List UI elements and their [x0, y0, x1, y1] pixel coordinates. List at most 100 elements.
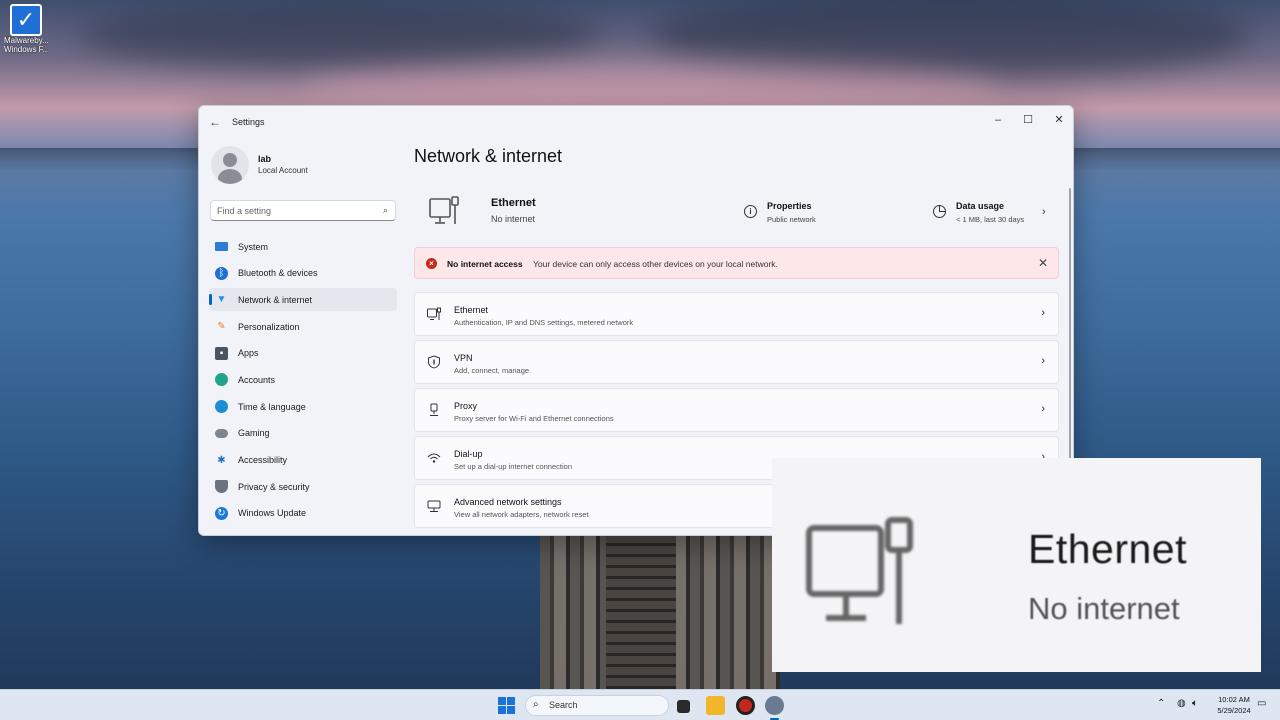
sidebar-item-privacy-security[interactable]: Privacy & security: [209, 475, 397, 498]
wifi-icon: ▼: [216, 294, 227, 306]
sidebar-item-windows-update[interactable]: ↻ Windows Update: [209, 502, 397, 525]
taskbar-search[interactable]: ⌕ Search: [525, 695, 669, 716]
sidebar-item-apps[interactable]: ▪ Apps: [209, 342, 397, 365]
avatar: [211, 146, 249, 184]
brush-icon: ✎: [217, 321, 226, 333]
card-title: Proxy: [454, 401, 478, 411]
sidebar-item-bluetooth[interactable]: ᛒ Bluetooth & devices: [209, 262, 397, 285]
sidebar-item-system[interactable]: System: [209, 235, 397, 258]
sidebar-item-gaming[interactable]: Gaming: [209, 422, 397, 445]
system-icon: [215, 242, 228, 251]
properties-subtitle: Public network: [767, 215, 816, 224]
card-vpn[interactable]: VPN Add, connect, manage ›: [414, 340, 1059, 384]
sidebar-item-accounts[interactable]: Accounts: [209, 368, 397, 391]
sidebar-item-label: Apps: [238, 348, 259, 359]
user-name: lab: [258, 154, 272, 164]
data-usage-subtitle: < 1 MB, last 30 days: [956, 215, 1025, 224]
sidebar-item-label: Accounts: [238, 374, 276, 385]
sidebar-item-label: Accessibility: [238, 455, 288, 465]
minimize-button[interactable]: –: [983, 110, 1013, 130]
sidebar-item-label: Privacy & security: [238, 481, 310, 492]
close-button[interactable]: ✕: [1044, 110, 1073, 130]
pier-steps: [606, 535, 676, 690]
data-usage-icon: [933, 205, 946, 218]
card-proxy[interactable]: Proxy Proxy server for Wi-Fi and Etherne…: [414, 388, 1059, 432]
taskbar-search-label: Search: [549, 700, 578, 710]
connection-summary: Ethernet No internet i Properties Public…: [414, 191, 1059, 235]
recorder-icon[interactable]: [736, 696, 755, 715]
data-usage-title: Data usage: [956, 201, 1005, 211]
page-title: Network & internet: [414, 146, 563, 166]
card-subtitle: Set up a dial-up internet connection: [454, 462, 572, 471]
clock-date: 5/29/2024: [1217, 706, 1251, 715]
task-view-icon[interactable]: [677, 700, 690, 713]
maximize-button[interactable]: ☐: [1013, 110, 1043, 130]
card-title: Advanced network settings: [454, 497, 562, 507]
chevron-right-icon: ›: [1041, 307, 1045, 319]
card-title: Dial-up: [454, 449, 483, 459]
zoom-connection-name: Ethernet: [1028, 526, 1187, 572]
ethernet-pc-icon: [806, 517, 913, 624]
vpn-shield-icon: [428, 355, 440, 369]
alert-message: Your device can only access other device…: [533, 259, 778, 269]
desktop-shortcut-malwarebytes[interactable]: ✓ Malwareby... Windows F...: [4, 4, 48, 54]
proxy-icon: [430, 403, 438, 416]
alert-close-icon[interactable]: ✕: [1038, 256, 1048, 270]
info-icon: i: [744, 205, 757, 218]
error-icon: ×: [426, 258, 437, 269]
no-internet-alert: × No internet access Your device can onl…: [414, 247, 1059, 279]
ethernet-pc-icon: [429, 196, 459, 224]
card-subtitle: Proxy server for Wi-Fi and Ethernet conn…: [454, 414, 614, 423]
zoom-inset: Ethernet No internet: [772, 458, 1261, 672]
malwarebytes-icon: ✓: [10, 4, 42, 36]
clock[interactable]: 10:02 AM 5/29/2024: [1208, 694, 1260, 716]
sidebar-item-network[interactable]: ▼ Network & internet: [209, 288, 397, 312]
sidebar-item-accessibility[interactable]: ✱ Accessibility: [209, 449, 397, 472]
chevron-right-icon: ›: [1041, 403, 1045, 415]
account-type: Local Account: [258, 166, 308, 175]
card-subtitle: View all network adapters, network reset: [454, 510, 589, 519]
sidebar-item-label: Bluetooth & devices: [238, 268, 318, 279]
title-bar: ← Settings – ☐ ✕: [199, 106, 1073, 138]
sidebar-item-label: System: [238, 241, 269, 252]
bluetooth-icon: ᛒ: [215, 266, 228, 280]
chevron-right-icon[interactable]: ›: [1042, 206, 1046, 218]
shortcut-label-line1: Malwareby...: [4, 36, 48, 45]
connection-status: No internet: [491, 214, 536, 224]
apps-icon: ▪: [215, 346, 228, 360]
notification-bell-icon[interactable]: ▭: [1257, 698, 1266, 709]
shortcut-label-line2: Windows F...: [4, 45, 48, 54]
connection-name: Ethernet: [491, 197, 536, 209]
settings-search-box[interactable]: ⌕: [210, 200, 396, 221]
sky-cloud: [80, 0, 600, 70]
sidebar-item-label: Windows Update: [238, 508, 307, 519]
properties-title: Properties: [767, 201, 812, 211]
card-title: Ethernet: [454, 305, 489, 315]
zoom-connection-status: No internet: [1028, 591, 1180, 626]
search-input[interactable]: [211, 201, 371, 221]
window-title: Settings: [232, 117, 265, 127]
search-icon: ⌕: [382, 205, 388, 215]
volume-icon[interactable]: 🔈︎: [1192, 698, 1198, 709]
controller-icon: [215, 428, 228, 438]
globe-clock-icon: [215, 400, 228, 414]
sidebar-item-time-language[interactable]: Time & language: [209, 395, 397, 418]
taskbar: ⌕ Search ⌃ ◍ 🔈︎ 10:02 AM 5/29/2024 ▭: [0, 689, 1280, 720]
shield-icon: [215, 480, 228, 494]
windows-start-icon[interactable]: [498, 697, 515, 714]
back-arrow-icon[interactable]: ←: [207, 114, 223, 130]
file-explorer-icon[interactable]: [706, 696, 725, 715]
sidebar-item-label: Time & language: [238, 401, 306, 412]
chevron-right-icon: ›: [1041, 355, 1045, 367]
network-globe-icon[interactable]: ◍: [1177, 698, 1186, 709]
settings-app-icon[interactable]: [765, 696, 784, 720]
tray-overflow-chevron-icon[interactable]: ⌃: [1157, 698, 1165, 709]
clock-time: 10:02 AM: [1218, 695, 1250, 704]
update-icon: ↻: [215, 506, 228, 520]
sidebar-item-label: Personalization: [238, 321, 300, 332]
card-title: VPN: [454, 353, 473, 363]
sidebar-item-personalization[interactable]: ✎ Personalization: [209, 315, 397, 338]
dialup-icon: [427, 453, 441, 463]
person-icon: [215, 373, 228, 387]
card-ethernet[interactable]: Ethernet Authentication, IP and DNS sett…: [414, 292, 1059, 336]
